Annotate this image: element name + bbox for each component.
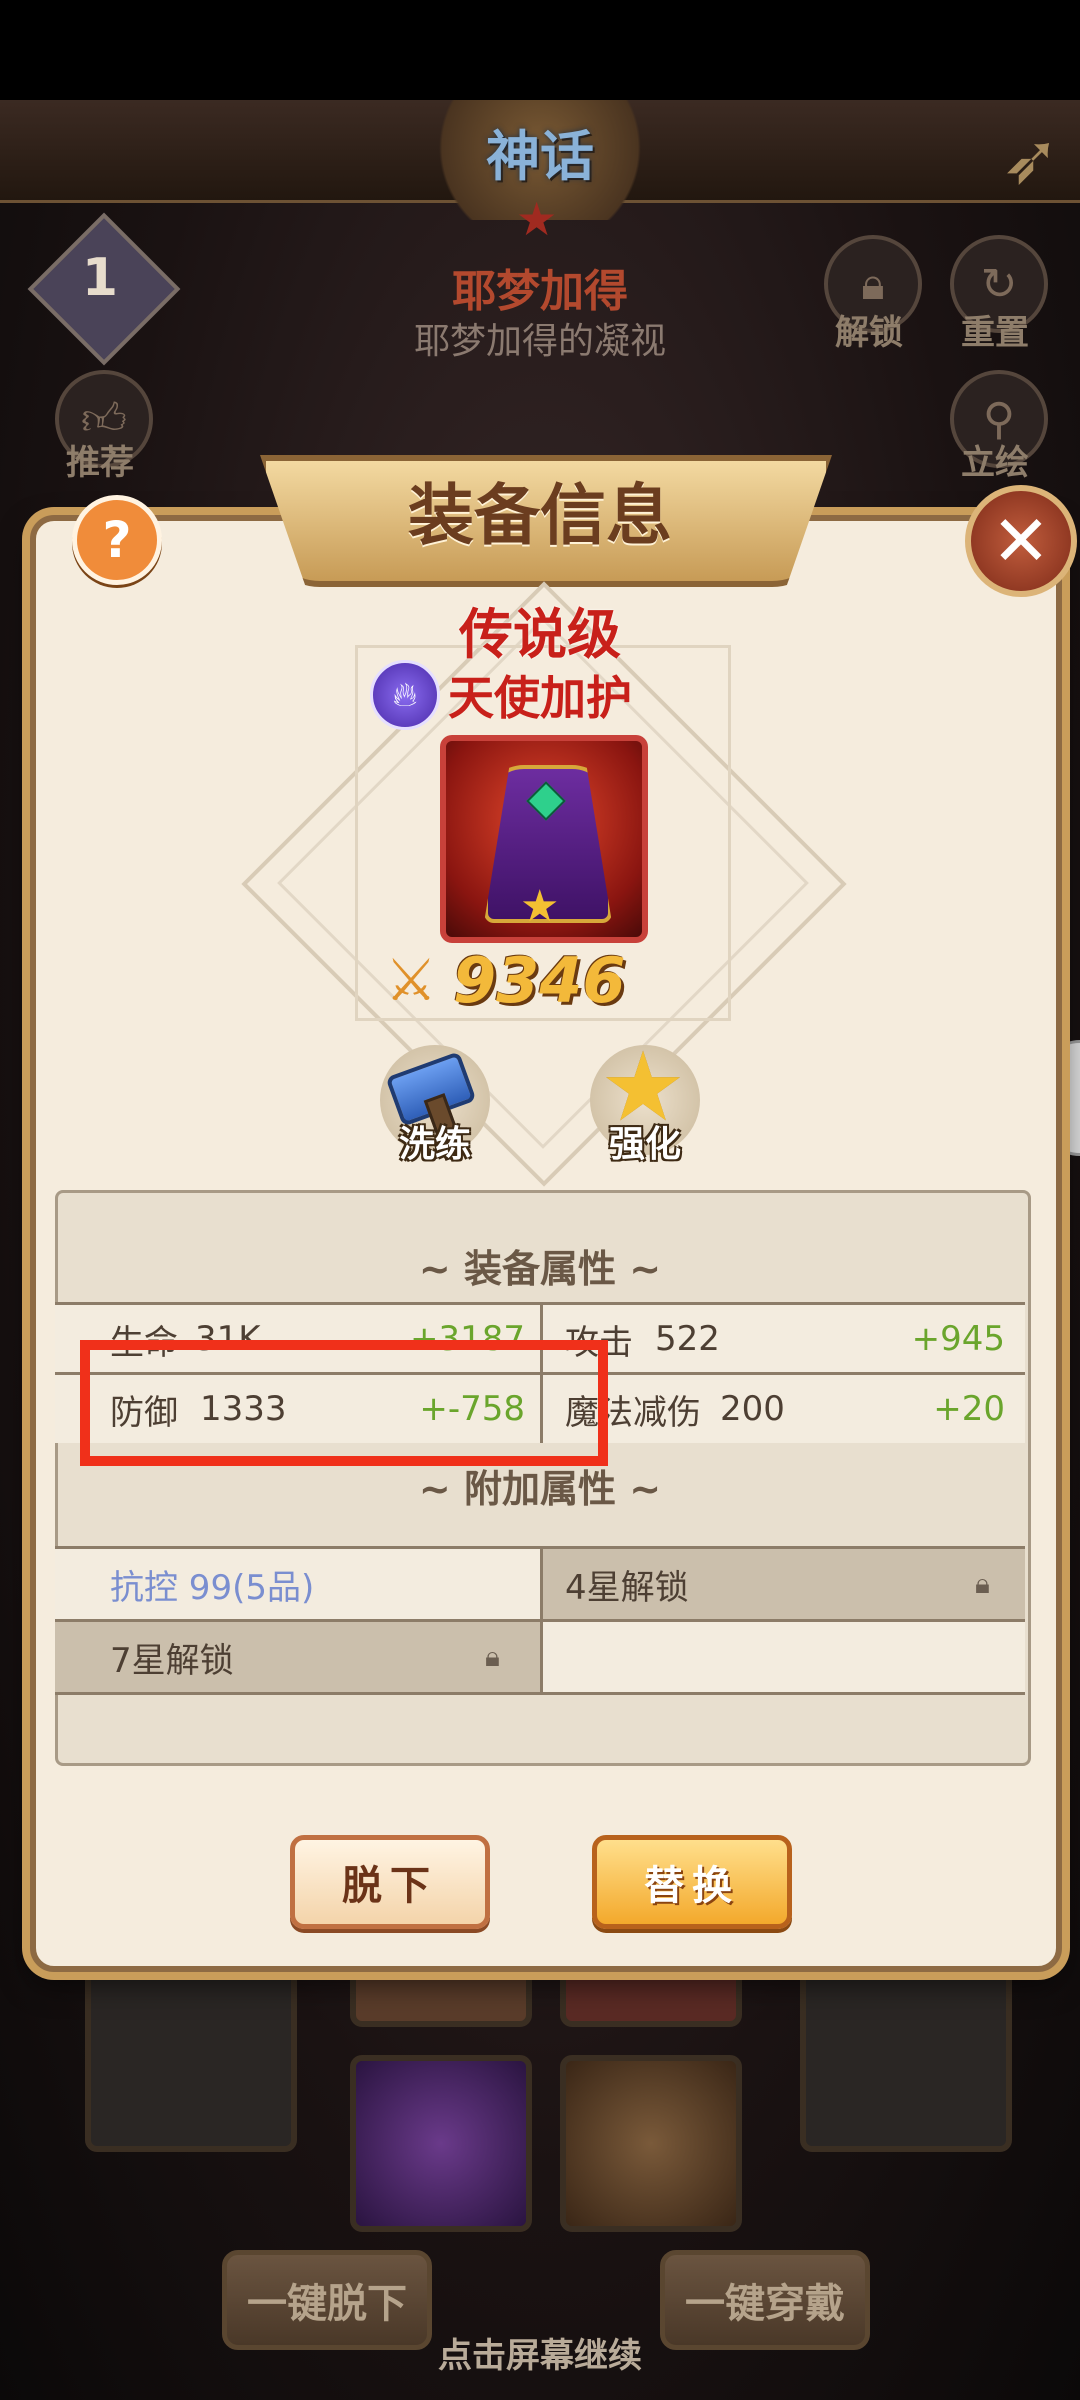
extra-attrs-title: ~ 附加属性 ~ (418, 1467, 662, 1511)
enhance-label: 强化 (608, 1124, 681, 1165)
tap-to-continue: 点击屏幕继续 (438, 2336, 642, 2376)
question-icon: ? (102, 511, 132, 569)
refresh-icon: ↻ (980, 258, 1018, 310)
fire-icon: 🔥︎ (370, 660, 440, 730)
take-off-button[interactable]: 脱下 (290, 1835, 490, 1929)
combat-power: ⚔ 9346 (385, 940, 626, 1020)
replace-button[interactable]: 替换 (592, 1835, 792, 1929)
extra-attr-row: 7星解锁 🔒︎ (55, 1619, 1025, 1695)
swirl-right-icon: ~ (616, 1247, 662, 1291)
highlight-box (80, 1340, 608, 1466)
refine-label: 洗练 (398, 1124, 471, 1165)
lock-icon: 🔒︎ (861, 258, 885, 310)
game-screen[interactable]: 神话 ➶ ★ 1 耶梦加得 耶梦加得的凝视 🔒︎ 解锁 ↻ 重置 👍︎ 推荐 ⚲… (0, 0, 1080, 2400)
status-bar (0, 0, 1080, 100)
attr-value: 522 (655, 1319, 720, 1359)
help-button[interactable]: ? (72, 495, 162, 585)
extra-attr-row: 抗控 99(5品) 4星解锁 🔒︎ (55, 1546, 1025, 1619)
swirl-left-icon: ~ (418, 1467, 464, 1511)
swirl-right-icon: ~ (616, 1467, 662, 1511)
star-icon: ★ (520, 881, 560, 932)
crossed-swords-icon: ⚔ (385, 946, 437, 1014)
emblem-title: 神话 (486, 125, 594, 188)
equipment-slot-hat[interactable] (350, 2055, 532, 2232)
equipment-slot-locked[interactable] (800, 1965, 1012, 2152)
close-button[interactable]: ✕ (965, 485, 1077, 597)
back-arrow-icon[interactable]: ➶ (1001, 118, 1060, 200)
attr-bonus: +20 (933, 1389, 1005, 1429)
extra-attr-locked: 4星解锁 (543, 1549, 1025, 1619)
extra-attr-empty (543, 1622, 1025, 1692)
rarity-label: 传说级 (459, 603, 621, 666)
power-value: 9346 (453, 943, 626, 1017)
equip-attrs-title: ~ 装备属性 ~ (418, 1247, 662, 1291)
skill-name: 天使加护 (448, 671, 632, 725)
portrait-label: 立绘 (961, 443, 1029, 483)
dialog-title: 装备信息 (408, 477, 672, 554)
unlock-label: 解锁 (835, 313, 903, 353)
equipment-slot-boots[interactable] (560, 2055, 742, 2232)
extra-attr-locked: 7星解锁 (55, 1622, 540, 1692)
close-icon: ✕ (991, 500, 1051, 582)
star-icon: ★ (516, 192, 558, 246)
set-skill: 🔥︎ 天使加护 (370, 660, 632, 730)
equipment-icon: ★ (440, 735, 648, 943)
recommend-label: 推荐 (66, 443, 134, 483)
extra-attr: 抗控 99(5品) (55, 1549, 540, 1619)
reset-label: 重置 (961, 313, 1029, 353)
lock-icon: 🔒︎ (485, 1640, 500, 1673)
equipment-slot-locked[interactable] (85, 1965, 297, 2152)
swirl-left-icon: ~ (418, 1247, 464, 1291)
lock-icon: 🔒︎ (975, 1567, 990, 1600)
attr-bonus: +945 (911, 1319, 1005, 1359)
